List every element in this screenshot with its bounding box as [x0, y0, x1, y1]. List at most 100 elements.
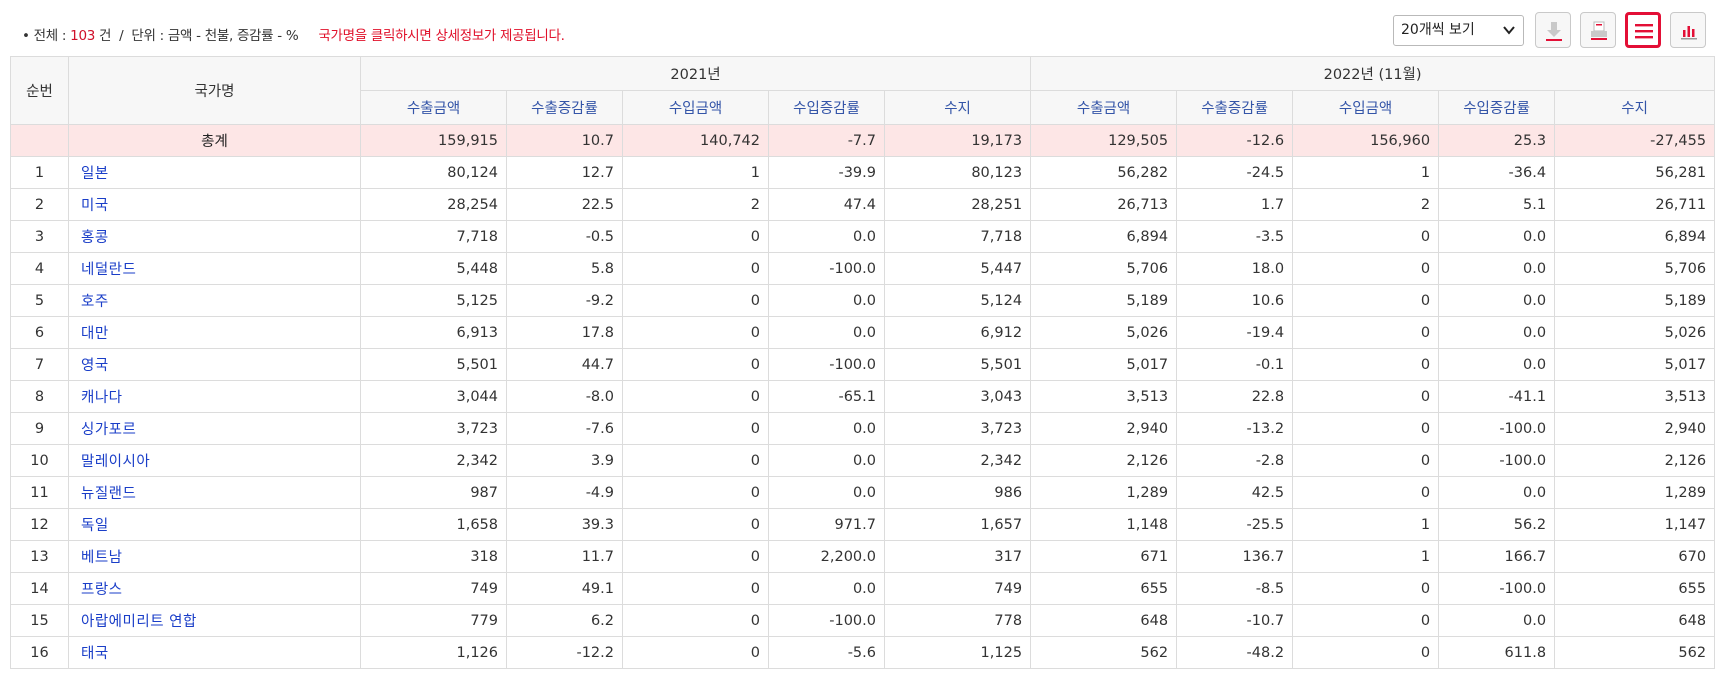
toolbar: • 전체 : 103 건 / 단위 : 금액 - 천불, 증감률 - % 국가명… [0, 0, 1720, 56]
table-cell: 0.0 [768, 476, 885, 509]
country-link[interactable]: 프랑스 [68, 572, 361, 605]
table-cell: 0 [1292, 572, 1440, 605]
table-cell: 6,913 [360, 316, 507, 349]
table-cell: 0 [622, 220, 769, 253]
table-cell: 129,505 [1030, 124, 1178, 157]
table-cell: 1,126 [360, 636, 507, 669]
row-number [10, 124, 69, 157]
separator: / [119, 28, 124, 44]
country-link[interactable]: 네덜란드 [68, 252, 361, 285]
table-cell: 0 [622, 444, 769, 477]
table-cell: 2,126 [1554, 444, 1716, 477]
table-cell: 44.7 [506, 348, 623, 381]
table-cell: 562 [1554, 636, 1716, 669]
table-cell: 0 [1292, 444, 1440, 477]
table-cell: 10.6 [1176, 284, 1294, 317]
table-cell: 1,289 [1030, 476, 1178, 509]
table-cell: 5,017 [1030, 348, 1178, 381]
col-header: 수출증감률 [506, 90, 623, 125]
table-cell: 0.0 [768, 572, 885, 605]
table-cell: 17.8 [506, 316, 623, 349]
table-cell: 39.3 [506, 508, 623, 541]
table-cell: -2.8 [1176, 444, 1294, 477]
chart-view-button[interactable] [1670, 12, 1706, 48]
table-cell: -100.0 [768, 604, 885, 637]
country-link[interactable]: 태국 [68, 636, 361, 669]
country-link[interactable]: 아랍에미리트 연합 [68, 604, 361, 637]
country-link[interactable]: 싱가포르 [68, 412, 361, 445]
row-number: 6 [10, 316, 69, 349]
table-cell: -100.0 [1438, 444, 1556, 477]
row-number: 13 [10, 540, 69, 573]
table-cell: 0 [1292, 284, 1440, 317]
table-cell: -0.5 [506, 220, 623, 253]
table-cell: 5,124 [883, 284, 1032, 317]
trade-table: 순번 국가명 2021년 2022년 (11월) 수출금액 수출증감률 수입금액 수입… [10, 56, 1716, 669]
table-cell: 3,513 [1030, 380, 1178, 413]
country-link[interactable]: 홍콩 [68, 220, 361, 253]
table-cell: 42.5 [1176, 476, 1294, 509]
table-cell: 0 [622, 508, 769, 541]
table-cell: 56.2 [1438, 508, 1556, 541]
table-cell: 12.7 [506, 156, 623, 189]
row-number: 1 [10, 156, 69, 189]
list-view-button[interactable] [1625, 12, 1661, 48]
table-row: 11 뉴질랜드 987 -4.9 0 0.0 986 1,289 42.5 0 0.0 1,289 [10, 476, 1716, 509]
print-button[interactable] [1580, 12, 1616, 48]
colon: : [159, 28, 165, 44]
table-cell: 136.7 [1176, 540, 1294, 573]
table-cell: -36.4 [1438, 156, 1556, 189]
country-link[interactable]: 영국 [68, 348, 361, 381]
country-link[interactable]: 독일 [68, 508, 361, 541]
table-cell: 6,894 [1030, 220, 1178, 253]
country-link[interactable]: 호주 [68, 284, 361, 317]
country-link[interactable]: 뉴질랜드 [68, 476, 361, 509]
table-cell: 0 [1292, 604, 1440, 637]
table-cell: 0 [622, 316, 769, 349]
table-cell: 0 [1292, 252, 1440, 285]
country-link[interactable]: 미국 [68, 188, 361, 221]
table-cell: -100.0 [768, 348, 885, 381]
chevron-down-icon [1503, 16, 1515, 56]
row-number: 2 [10, 188, 69, 221]
table-cell: 22.8 [1176, 380, 1294, 413]
table-cell: 6,894 [1554, 220, 1716, 253]
table-cell: 0.0 [768, 316, 885, 349]
page-size-select[interactable]: 20개씩 보기 [1393, 15, 1524, 46]
table-row: 9 싱가포르 3,723 -7.6 0 0.0 3,723 2,940 -13.2 0 -100.0… [10, 412, 1716, 445]
row-number: 14 [10, 572, 69, 605]
country-link[interactable]: 캐나다 [68, 380, 361, 413]
table-cell: 28,254 [360, 188, 507, 221]
table-cell: 0 [1292, 476, 1440, 509]
table-cell: -19.4 [1176, 316, 1294, 349]
table-cell: 0 [622, 572, 769, 605]
table-cell: 1 [1292, 540, 1440, 573]
col-header-no: 순번 [10, 56, 69, 125]
country-link[interactable]: 일본 [68, 156, 361, 189]
country-link[interactable]: 베트남 [68, 540, 361, 573]
table-cell: 3,043 [883, 380, 1032, 413]
country-link[interactable]: 대만 [68, 316, 361, 349]
table-cell: -12.6 [1176, 124, 1294, 157]
table-cell: 0 [1292, 220, 1440, 253]
table-cell: -24.5 [1176, 156, 1294, 189]
row-number: 7 [10, 348, 69, 381]
table-cell: 670 [1554, 540, 1716, 573]
excel-download-button[interactable] [1535, 12, 1571, 48]
country-link[interactable]: 말레이시아 [68, 444, 361, 477]
table-cell: 2,200.0 [768, 540, 885, 573]
table-cell: 156,960 [1292, 124, 1440, 157]
table-cell: 3,044 [360, 380, 507, 413]
col-header: 수입증감률 [1438, 90, 1556, 125]
table-cell: 987 [360, 476, 507, 509]
table-cell: 5,026 [1030, 316, 1178, 349]
table-cell: 0 [1292, 316, 1440, 349]
table-cell: 971.7 [768, 508, 885, 541]
table-cell: 28,251 [883, 188, 1032, 221]
total-count: 103 [70, 28, 96, 44]
row-number: 12 [10, 508, 69, 541]
table-cell: 749 [883, 572, 1032, 605]
col-header: 수지 [1554, 90, 1716, 125]
table-cell: -100.0 [1438, 572, 1556, 605]
col-header: 수입증감률 [768, 90, 885, 125]
